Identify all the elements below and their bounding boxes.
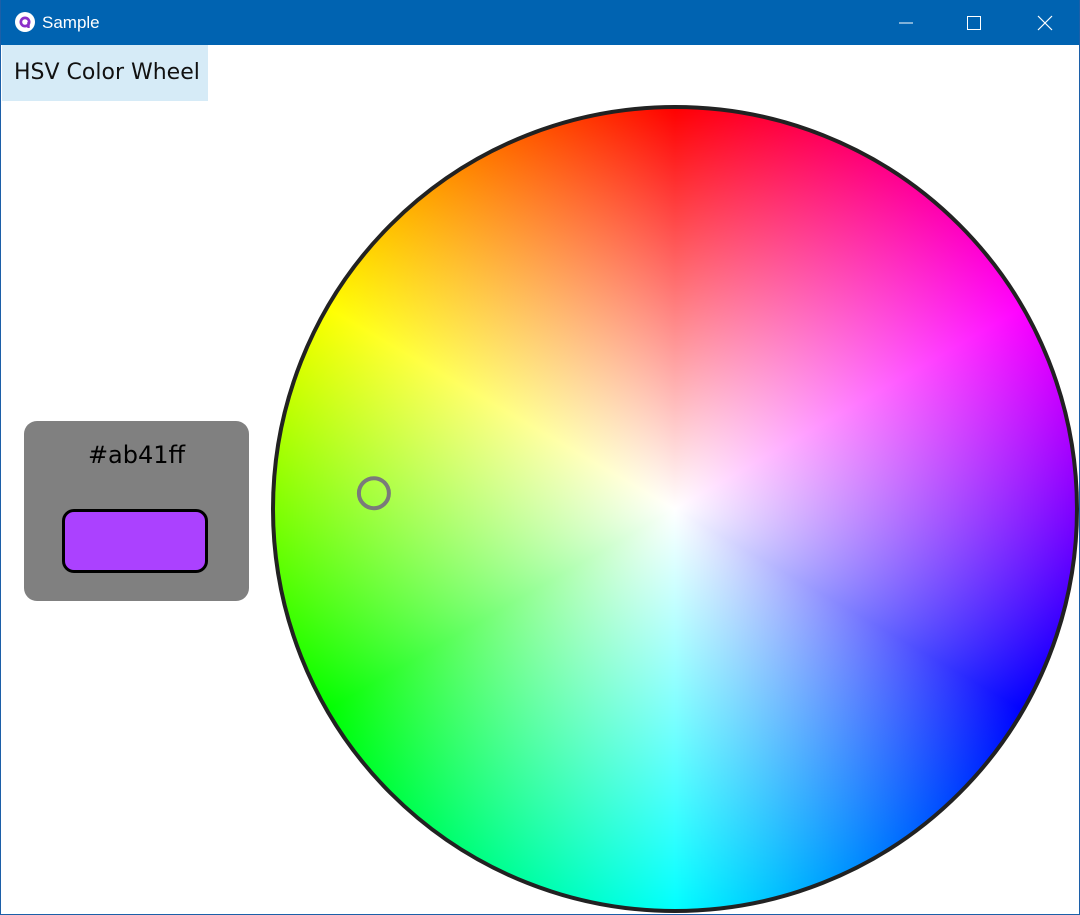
app-window: Sample HSV Color Wheel #ab41ff bbox=[0, 0, 1080, 915]
maximize-icon bbox=[967, 15, 981, 30]
selected-color-panel: #ab41ff bbox=[24, 421, 249, 601]
close-icon bbox=[1037, 15, 1053, 30]
window-title: Sample bbox=[42, 13, 100, 32]
hsv-color-wheel[interactable] bbox=[269, 103, 1080, 915]
minimize-button[interactable] bbox=[871, 0, 941, 45]
color-swatch bbox=[62, 509, 208, 573]
tab-hsv-color-wheel[interactable]: HSV Color Wheel bbox=[2, 45, 208, 101]
minimize-icon bbox=[899, 22, 913, 23]
hex-value-label: #ab41ff bbox=[87, 441, 186, 469]
maximize-button[interactable] bbox=[939, 0, 1009, 45]
title-bar[interactable]: Sample bbox=[1, 0, 1079, 45]
close-button[interactable] bbox=[1010, 0, 1079, 45]
app-logo-icon bbox=[15, 12, 35, 32]
